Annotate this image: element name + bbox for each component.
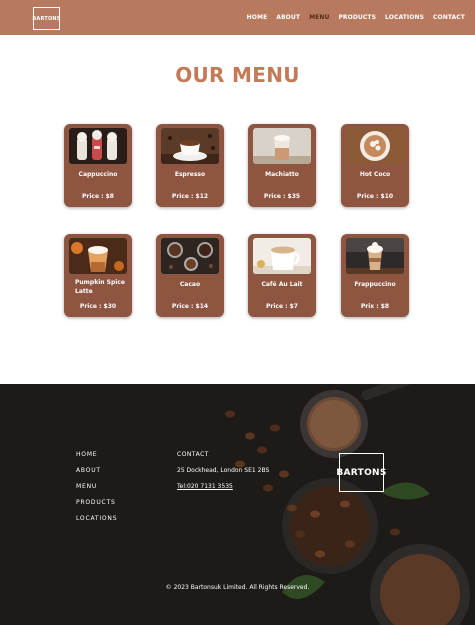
nav-about[interactable]: ABOUT: [276, 14, 300, 21]
menu-item-price: Prix : $8: [360, 303, 390, 310]
footer: HOME ABOUT MENU PRODUCTS LOCATIONS CONTA…: [0, 384, 475, 625]
footer-logo[interactable]: BARTONS: [336, 453, 387, 492]
nav-menu[interactable]: MENU: [309, 14, 329, 21]
footer-logo-text: BARTONS: [336, 467, 387, 478]
footer-contact: CONTACT 25 Dockhead, London SE1 2BS Tel:…: [177, 451, 269, 490]
menu-item-price: Price : $8: [82, 193, 114, 200]
navbar: BARTONS HOME ABOUT MENU PRODUCTS LOCATIO…: [0, 0, 475, 35]
nav-locations[interactable]: LOCATIONS: [385, 14, 424, 21]
menu-item-price: Price : $30: [79, 303, 117, 310]
menu-item-price: Price : $10: [356, 193, 394, 200]
menu-item-name: Cacao: [179, 281, 201, 288]
menu-item-price: Price : $12: [171, 193, 209, 200]
hot-coco-image: [346, 128, 404, 164]
footer-nav: HOME ABOUT MENU PRODUCTS LOCATIONS: [76, 451, 117, 522]
nav-home[interactable]: HOME: [247, 14, 268, 21]
copyright-text: © 2023 Bartonsuk Limited. All Rights Res…: [165, 584, 310, 591]
pumpkin-spice-latte-image: [69, 238, 127, 274]
nav-contact[interactable]: CONTACT: [433, 14, 465, 21]
main-nav: HOME ABOUT MENU PRODUCTS LOCATIONS CONTA…: [247, 0, 465, 35]
brand-logo-text: BARTONS: [32, 15, 61, 22]
footer-link-locations[interactable]: LOCATIONS: [76, 515, 117, 522]
menu-item-name: Pumpkin Spice Latte: [75, 279, 125, 295]
menu-card-machiatto[interactable]: Machiatto Price : $35: [248, 124, 316, 207]
frappuccino-image: [346, 238, 404, 274]
menu-card-cappuccino[interactable]: Cappuccino Price : $8: [64, 124, 132, 207]
footer-link-menu[interactable]: MENU: [76, 483, 117, 490]
menu-item-name: Frappuccino: [354, 281, 396, 288]
menu-card-hot-coco[interactable]: Hot Coco Price : $10: [341, 124, 409, 207]
espresso-image: [161, 128, 219, 164]
cafe-au-lait-image: [253, 238, 311, 274]
menu-item-price: Price : $35: [263, 193, 301, 200]
menu-item-name: Machiatto: [265, 171, 299, 178]
menu-card-frappuccino[interactable]: Frappuccino Prix : $8: [341, 234, 409, 317]
machiatto-image: [253, 128, 311, 164]
contact-phone-link[interactable]: Tel:020 7131 3535: [177, 483, 269, 490]
menu-item-name: Cappuccino: [78, 171, 118, 178]
contact-heading: CONTACT: [177, 451, 209, 458]
menu-card-cafe-au-lait[interactable]: Café Au Lait Price : $7: [248, 234, 316, 317]
menu-item-price: Price : $7: [266, 303, 298, 310]
menu-item-name: Café Au Lait: [261, 281, 303, 288]
menu-item-name: Espresso: [174, 171, 206, 178]
menu-title: OUR MENU: [175, 63, 300, 87]
cacao-image: [161, 238, 219, 274]
footer-link-about[interactable]: ABOUT: [76, 467, 117, 474]
brand-logo[interactable]: BARTONS: [32, 7, 61, 30]
nav-products[interactable]: PRODUCTS: [338, 14, 376, 21]
cappuccino-image: [69, 128, 127, 164]
contact-address: 25 Dockhead, London SE1 2BS: [177, 467, 270, 474]
menu-card-pumpkin-spice-latte[interactable]: Pumpkin Spice Latte Price : $30: [64, 234, 132, 317]
menu-card-cacao[interactable]: Cacao Price : $14: [156, 234, 224, 317]
menu-item-price: Price : $14: [171, 303, 209, 310]
menu-item-name: Hot Coco: [359, 171, 391, 178]
menu-card-espresso[interactable]: Espresso Price : $12: [156, 124, 224, 207]
footer-link-home[interactable]: HOME: [76, 451, 117, 458]
footer-link-products[interactable]: PRODUCTS: [76, 499, 117, 506]
